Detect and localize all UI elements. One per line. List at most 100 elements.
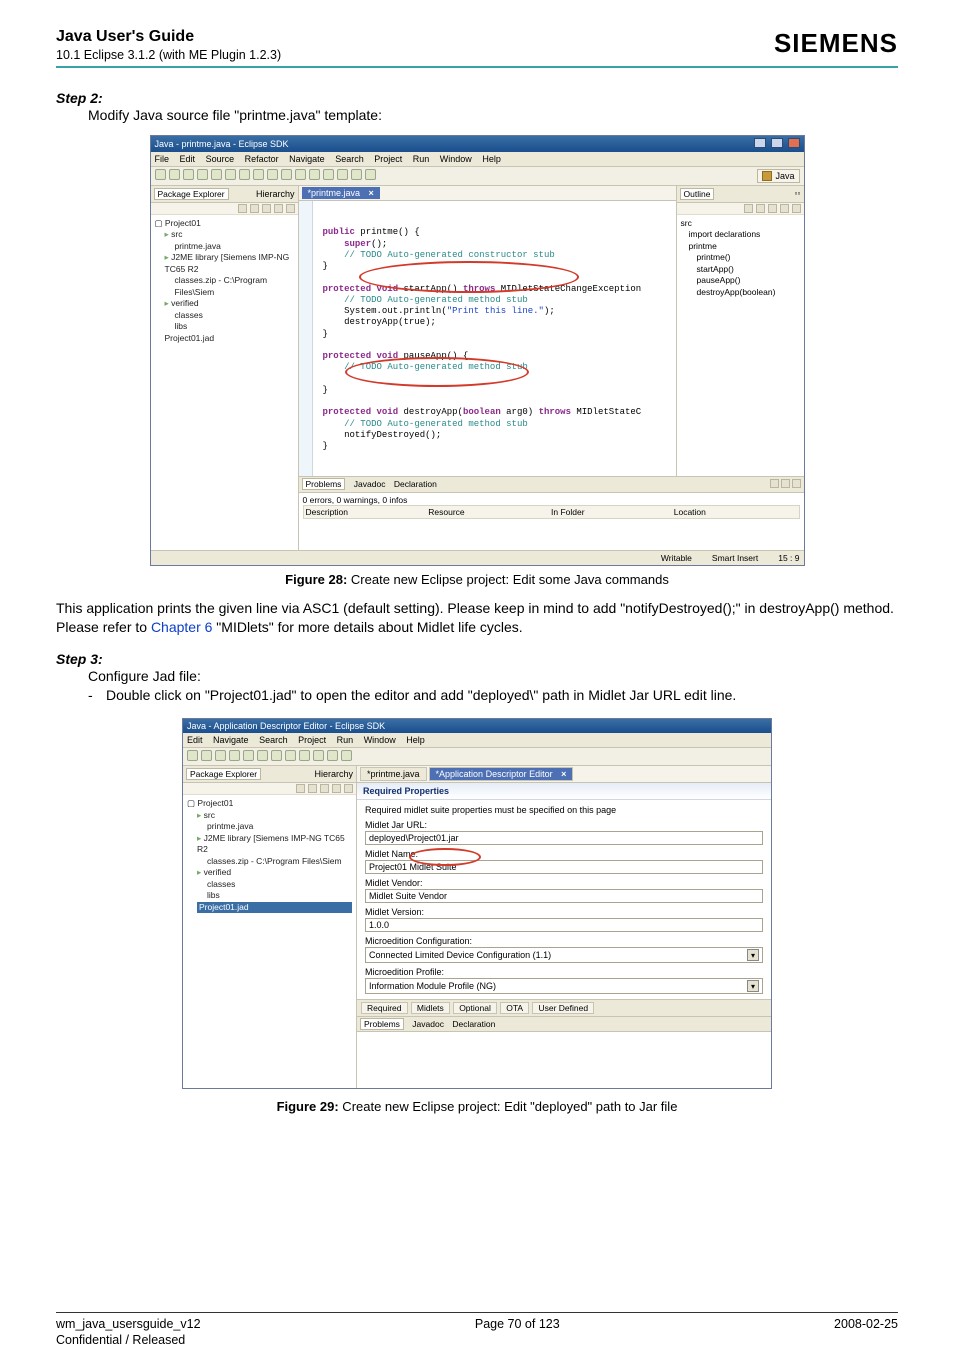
tree-jad-selected[interactable]: Project01.jad bbox=[197, 902, 352, 913]
tree-verified[interactable]: verified bbox=[197, 867, 352, 878]
chevron-down-icon[interactable]: ▾ bbox=[747, 980, 759, 992]
toolbar-icon[interactable] bbox=[296, 784, 305, 793]
toolbar-icon[interactable] bbox=[781, 479, 790, 488]
toolbar-icon[interactable] bbox=[201, 750, 212, 761]
toolbar-icon[interactable] bbox=[344, 784, 353, 793]
menu-refactor[interactable]: Refactor bbox=[245, 154, 279, 164]
toolbar-icon[interactable] bbox=[281, 169, 292, 180]
menu-search[interactable]: Search bbox=[335, 154, 364, 164]
tab-hierarchy[interactable]: Hierarchy bbox=[314, 769, 353, 779]
main-toolbar[interactable] bbox=[183, 748, 771, 766]
tree-classes[interactable]: classes bbox=[175, 310, 294, 321]
tree-src[interactable]: src bbox=[165, 229, 294, 240]
window-control-buttons[interactable] bbox=[752, 138, 799, 150]
menu-edit[interactable]: Edit bbox=[187, 735, 203, 745]
toolbar-icon[interactable] bbox=[262, 204, 271, 213]
outline-item[interactable]: printme() bbox=[697, 252, 800, 263]
toolbar-icon[interactable] bbox=[320, 784, 329, 793]
close-icon[interactable] bbox=[788, 138, 800, 148]
outline-item[interactable]: import declarations bbox=[689, 229, 800, 240]
main-toolbar[interactable]: Java bbox=[151, 167, 804, 186]
toolbar-icon[interactable] bbox=[286, 204, 295, 213]
maximize-icon[interactable] bbox=[771, 138, 783, 148]
menu-navigate[interactable]: Navigate bbox=[289, 154, 325, 164]
toolbar-icon[interactable] bbox=[197, 169, 208, 180]
descriptor-bottom-tabs[interactable]: Required Midlets Optional OTA User Defin… bbox=[357, 999, 771, 1016]
toolbar-icon[interactable] bbox=[285, 750, 296, 761]
tab-problems[interactable]: Problems bbox=[360, 1018, 404, 1030]
tab-package-explorer[interactable]: Package Explorer bbox=[154, 188, 229, 200]
tab-declaration[interactable]: Declaration bbox=[394, 479, 437, 489]
toolbar-icon[interactable] bbox=[295, 169, 306, 180]
col-infolder[interactable]: In Folder bbox=[551, 507, 674, 517]
tree-classes[interactable]: classes bbox=[207, 879, 352, 890]
menu-run[interactable]: Run bbox=[413, 154, 430, 164]
menu-edit[interactable]: Edit bbox=[180, 154, 196, 164]
menu-bar[interactable]: File Edit Source Refactor Navigate Searc… bbox=[151, 152, 804, 167]
package-explorer-view[interactable]: Package Explorer Hierarchy Project01 src… bbox=[183, 766, 357, 1088]
input-midlet-name[interactable]: Project01 Midlet Suite bbox=[365, 860, 763, 874]
tab-javadoc[interactable]: Javadoc bbox=[354, 479, 386, 489]
tree-j2me-lib[interactable]: J2ME library [Siemens IMP-NG TC65 R2 bbox=[197, 833, 352, 856]
toolbar-icon[interactable] bbox=[309, 169, 320, 180]
editor-area[interactable]: *printme.java *Application Descriptor Ed… bbox=[357, 766, 771, 1088]
tab-declaration[interactable]: Declaration bbox=[452, 1019, 495, 1029]
select-microedition-config[interactable]: Connected Limited Device Configuration (… bbox=[365, 947, 763, 963]
tree-classes-zip[interactable]: classes.zip - C:\Program Files\Siem bbox=[175, 275, 294, 298]
toolbar-icon[interactable] bbox=[253, 169, 264, 180]
menu-source[interactable]: Source bbox=[206, 154, 235, 164]
input-midlet-vendor[interactable]: Midlet Suite Vendor bbox=[365, 889, 763, 903]
toolbar-icon[interactable] bbox=[229, 750, 240, 761]
project-tree[interactable]: Project01 src printme.java J2ME library … bbox=[151, 215, 298, 476]
menu-window[interactable]: Window bbox=[440, 154, 472, 164]
toolbar-icon[interactable] bbox=[225, 169, 236, 180]
menu-project[interactable]: Project bbox=[298, 735, 326, 745]
tree-libs[interactable]: libs bbox=[175, 321, 294, 332]
input-midlet-jar-url[interactable]: deployed\Project01.jar bbox=[365, 831, 763, 845]
menu-bar[interactable]: Edit Navigate Search Project Run Window … bbox=[183, 733, 771, 748]
toolbar-icon[interactable] bbox=[365, 169, 376, 180]
tree-j2me-lib[interactable]: J2ME library [Siemens IMP-NG TC65 R2 bbox=[165, 252, 294, 275]
toolbar-icon[interactable] bbox=[341, 750, 352, 761]
col-description[interactable]: Description bbox=[306, 507, 429, 517]
toolbar-icon[interactable] bbox=[323, 169, 334, 180]
tree-verified[interactable]: verified bbox=[165, 298, 294, 309]
tab-hierarchy[interactable]: Hierarchy bbox=[256, 189, 295, 199]
tree-printme-java[interactable]: printme.java bbox=[175, 241, 294, 252]
toolbar-icon[interactable] bbox=[243, 750, 254, 761]
select-microedition-profile[interactable]: Information Module Profile (NG) ▾ bbox=[365, 978, 763, 994]
toolbar-icon[interactable] bbox=[308, 784, 317, 793]
tree-libs[interactable]: libs bbox=[207, 890, 352, 901]
editor-tab-printme[interactable]: *printme.java × bbox=[302, 187, 380, 199]
editor-tab-descriptor[interactable]: *Application Descriptor Editor × bbox=[429, 767, 574, 781]
menu-help[interactable]: Help bbox=[482, 154, 501, 164]
tree-jad[interactable]: Project01.jad bbox=[165, 333, 294, 344]
tree-project[interactable]: Project01 bbox=[187, 798, 352, 809]
explorer-toolbar[interactable] bbox=[183, 783, 356, 795]
toolbar-icon[interactable] bbox=[332, 784, 341, 793]
tab-required[interactable]: Required bbox=[361, 1002, 408, 1014]
toolbar-icon[interactable] bbox=[744, 204, 753, 213]
toolbar-icon[interactable] bbox=[337, 169, 348, 180]
tab-user-defined[interactable]: User Defined bbox=[532, 1002, 594, 1014]
toolbar-icon[interactable] bbox=[327, 750, 338, 761]
tree-src[interactable]: src bbox=[197, 810, 352, 821]
toolbar-icon[interactable] bbox=[250, 204, 259, 213]
toolbar-icon[interactable] bbox=[257, 750, 268, 761]
toolbar-icon[interactable] bbox=[211, 169, 222, 180]
toolbar-icon[interactable] bbox=[187, 750, 198, 761]
tab-ota[interactable]: OTA bbox=[500, 1002, 529, 1014]
tab-optional[interactable]: Optional bbox=[453, 1002, 497, 1014]
toolbar-icon[interactable] bbox=[792, 204, 801, 213]
tree-project[interactable]: Project01 bbox=[155, 218, 294, 229]
outline-item[interactable]: pauseApp() bbox=[697, 275, 800, 286]
menu-help[interactable]: Help bbox=[406, 735, 425, 745]
menu-project[interactable]: Project bbox=[374, 154, 402, 164]
menu-navigate[interactable]: Navigate bbox=[213, 735, 249, 745]
toolbar-icon[interactable] bbox=[780, 204, 789, 213]
toolbar-icon[interactable] bbox=[215, 750, 226, 761]
outline-toolbar[interactable] bbox=[677, 203, 804, 215]
outline-item[interactable]: startApp() bbox=[697, 264, 800, 275]
tab-javadoc[interactable]: Javadoc bbox=[412, 1019, 444, 1029]
view-menu-icon[interactable]: ▫▫ bbox=[794, 188, 800, 200]
